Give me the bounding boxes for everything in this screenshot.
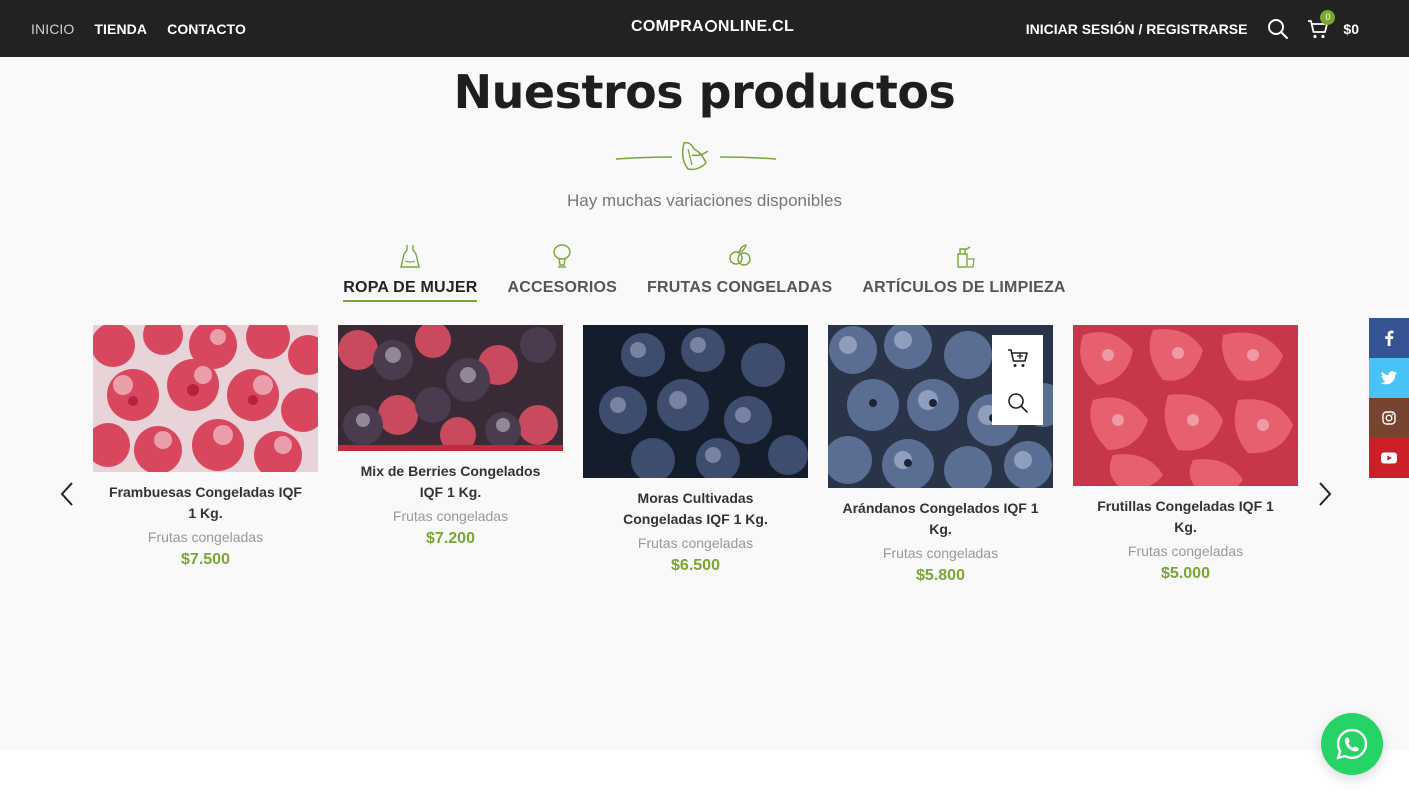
cart-count-badge: 0 <box>1320 9 1336 25</box>
cart-icon[interactable]: 0 <box>1307 9 1336 40</box>
section-title: Nuestros productos <box>453 65 956 119</box>
whatsapp-chat-button[interactable] <box>1321 713 1383 775</box>
product-name[interactable]: Frutillas Congeladas IQF 1 Kg. <box>1073 496 1298 538</box>
search-icon[interactable] <box>1267 18 1289 40</box>
youtube-icon[interactable] <box>1369 438 1409 478</box>
main-nav: INICIO TIENDA CONTACTO <box>31 0 246 57</box>
twitter-icon[interactable] <box>1369 358 1409 398</box>
login-register-link[interactable]: INICIAR SESIÓN / REGISTRARSE <box>1026 21 1248 37</box>
dress-icon <box>400 245 421 268</box>
logo-text-left: COMPRA <box>631 18 704 35</box>
frozen-raspberries-image[interactable] <box>93 325 318 472</box>
product-category[interactable]: Frutas congeladas <box>583 535 808 551</box>
product-card: Mix de Berries Congelados IQF 1 Kg. Frut… <box>338 325 563 548</box>
product-card: Frambuesas Congeladas IQF 1 Kg. Frutas c… <box>93 325 318 569</box>
product-price: $7.200 <box>426 530 475 547</box>
cart-total[interactable]: $0 <box>1343 21 1359 37</box>
tab-label: ARTÍCULOS DE LIMPIEZA <box>862 279 1066 296</box>
product-card: Arándanos Congelados IQF 1 Kg. Frutas co… <box>828 325 1053 585</box>
product-name[interactable]: Frambuesas Congeladas IQF 1 Kg. <box>93 482 318 524</box>
product-price: $7.500 <box>181 551 230 568</box>
frozen-mixed-berries-image[interactable] <box>338 325 563 451</box>
tab-label: ACCESORIOS <box>507 279 618 296</box>
logo-text-right: NLINE.CL <box>717 18 795 35</box>
product-carousel: Frambuesas Congeladas IQF 1 Kg. Frutas c… <box>93 325 1298 605</box>
nav-item-tienda[interactable]: TIENDA <box>94 21 147 37</box>
carousel-prev-arrow-icon[interactable] <box>58 481 78 507</box>
product-price: $5.000 <box>1161 565 1210 582</box>
facebook-icon[interactable] <box>1369 318 1409 358</box>
tab-articulos-de-limpieza[interactable]: ARTÍCULOS DE LIMPIEZA <box>862 243 1065 302</box>
frozen-blueberries-image[interactable] <box>828 325 1053 488</box>
tab-ropa-de-mujer[interactable]: ROPA DE MUJER <box>343 243 478 302</box>
frozen-strawberries-image[interactable] <box>1073 325 1298 486</box>
tab-frutas-congeladas[interactable]: FRUTAS CONGELADAS <box>647 243 832 302</box>
leaf-divider-icon <box>615 141 777 171</box>
quick-view-search-icon[interactable] <box>992 380 1043 425</box>
product-quick-actions <box>992 335 1043 425</box>
site-header: INICIO TIENDA CONTACTO COMPRA NLINE.CL IN… <box>0 0 1409 57</box>
logo-ring <box>704 20 717 32</box>
category-tabs: ROPA DE MUJER ACCESORIOS FRUTAS CONGELAD… <box>0 243 1409 302</box>
fruit-icon <box>729 244 751 266</box>
cleaning-icon <box>957 246 975 268</box>
product-category[interactable]: Frutas congeladas <box>1073 543 1298 559</box>
product-name[interactable]: Moras Cultivadas Congeladas IQF 1 Kg. <box>583 488 808 530</box>
product-category[interactable]: Frutas congeladas <box>828 545 1053 561</box>
instagram-icon[interactable] <box>1369 398 1409 438</box>
frozen-blackberries-image[interactable] <box>583 325 808 478</box>
product-name[interactable]: Mix de Berries Congelados IQF 1 Kg. <box>338 461 563 503</box>
tab-label: ROPA DE MUJER <box>343 279 478 302</box>
nav-item-contacto[interactable]: CONTACTO <box>167 21 246 37</box>
product-price: $6.500 <box>671 557 720 574</box>
social-sidebar <box>1369 318 1409 478</box>
site-logo[interactable]: COMPRA NLINE.CL <box>631 18 794 36</box>
section-subtitle: Hay muchas variaciones disponibles <box>567 191 842 210</box>
product-category[interactable]: Frutas congeladas <box>93 529 318 545</box>
add-to-cart-icon[interactable] <box>992 335 1043 380</box>
carousel-next-arrow-icon[interactable] <box>1314 481 1334 507</box>
tab-label: FRUTAS CONGELADAS <box>647 279 833 296</box>
nav-item-inicio[interactable]: INICIO <box>31 21 74 37</box>
products-section: Nuestros productos Hay muchas variacione… <box>0 57 1409 750</box>
product-category[interactable]: Frutas congeladas <box>338 508 563 524</box>
whatsapp-icon <box>1336 728 1368 760</box>
product-price: $5.800 <box>916 567 965 584</box>
header-actions: INICIAR SESIÓN / REGISTRARSE 0 $0 <box>1026 0 1359 57</box>
product-card: Moras Cultivadas Congeladas IQF 1 Kg. Fr… <box>583 325 808 575</box>
tab-accesorios[interactable]: ACCESORIOS <box>507 243 617 302</box>
product-card: Frutillas Congeladas IQF 1 Kg. Frutas co… <box>1073 325 1298 583</box>
product-name[interactable]: Arándanos Congelados IQF 1 Kg. <box>828 498 1053 540</box>
mirror-icon <box>553 244 571 268</box>
